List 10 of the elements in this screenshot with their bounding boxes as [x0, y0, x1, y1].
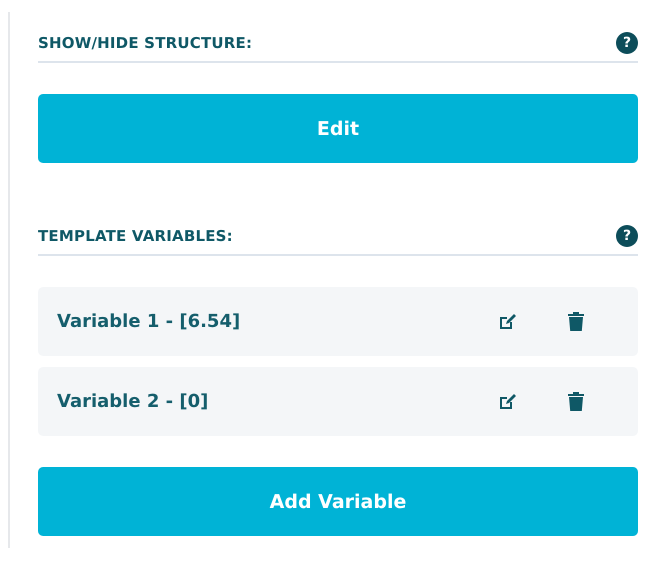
section-title: TEMPLATE VARIABLES:	[38, 227, 233, 245]
section-title: SHOW/HIDE STRUCTURE:	[38, 34, 252, 52]
trash-icon[interactable]	[567, 311, 585, 332]
variable-label: Variable 1 - [6.54]	[57, 311, 242, 332]
help-icon[interactable]: ?	[616, 32, 638, 54]
trash-icon[interactable]	[567, 391, 585, 412]
edit-icon[interactable]	[497, 312, 517, 332]
help-icon[interactable]: ?	[616, 225, 638, 247]
variable-label: Variable 2 - [0]	[57, 391, 210, 412]
edit-icon[interactable]	[497, 392, 517, 412]
